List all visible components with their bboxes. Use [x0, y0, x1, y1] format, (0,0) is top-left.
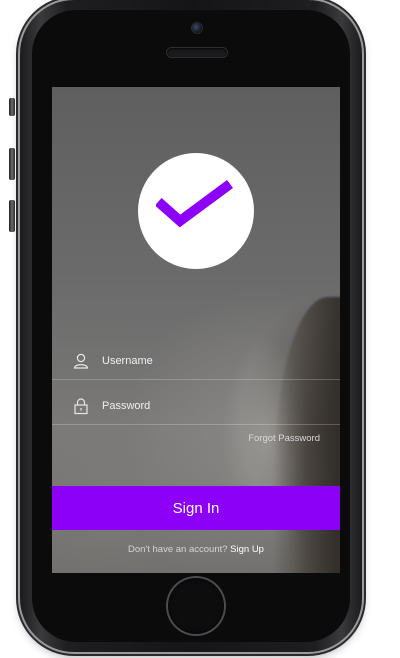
checkmark-icon: [156, 180, 233, 228]
password-field[interactable]: [52, 385, 340, 429]
sign-in-button[interactable]: Sign In: [52, 486, 340, 530]
volume-down-button: [9, 200, 15, 232]
forgot-password-link[interactable]: Forgot Password: [248, 433, 320, 444]
lock-icon: [74, 398, 88, 415]
username-input[interactable]: [102, 351, 322, 371]
volume-up-button: [9, 148, 15, 180]
login-screen: Forgot Password Sign In Don't have an ac…: [52, 87, 340, 573]
user-icon: [73, 353, 89, 369]
username-field[interactable]: [52, 340, 340, 384]
app-logo: [138, 153, 254, 269]
signup-prompt: Don't have an account? Sign Up: [52, 544, 340, 555]
silent-switch: [9, 98, 15, 116]
password-divider: [52, 424, 340, 425]
username-divider: [52, 379, 340, 380]
sign-up-link[interactable]: Sign Up: [230, 544, 264, 555]
password-input[interactable]: [102, 396, 322, 416]
earpiece-speaker: [167, 48, 227, 57]
home-button[interactable]: [168, 578, 224, 634]
front-camera: [192, 23, 202, 33]
no-account-text: Don't have an account?: [128, 544, 228, 555]
